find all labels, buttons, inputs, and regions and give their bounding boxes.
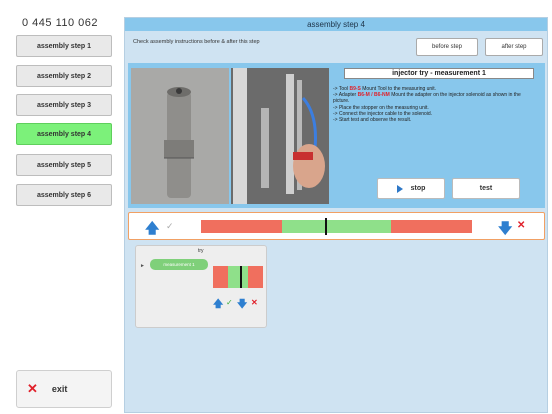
mini-reject-icon[interactable]: ✕ (251, 298, 258, 307)
step-button-2[interactable]: assembly step 2 (16, 65, 112, 87)
instruction-text: Check assembly instructions before & aft… (133, 39, 260, 45)
mini-segment-ok (228, 266, 248, 288)
check-icon[interactable]: ✓ (166, 221, 174, 232)
meter-needle (324, 218, 327, 235)
measurement-chip[interactable]: measurement 1 (150, 259, 208, 270)
exit-button[interactable]: ✕ exit (16, 370, 112, 408)
try-card: try ► measurement 1 🡅 ✓ 🡇 ✕ (135, 245, 267, 328)
mini-segment-high (248, 266, 263, 288)
mini-check-icon[interactable]: ✓ (226, 298, 233, 307)
meter-segment-high (390, 220, 472, 233)
sidebar: 0 445 110 062 assembly step 1 assembly s… (16, 14, 114, 410)
part-number: 0 445 110 062 (22, 17, 99, 29)
after-step-button[interactable]: after step (485, 38, 543, 56)
mini-arrow-down-icon[interactable]: 🡇 (237, 297, 247, 314)
exit-label: exit (51, 384, 68, 394)
reject-icon[interactable]: ✕ (517, 220, 525, 231)
expand-arrow-icon[interactable]: ► (140, 263, 145, 269)
stop-label: stop (410, 185, 426, 192)
mini-segment-low (213, 266, 228, 288)
mini-result-meter (213, 266, 263, 288)
step-2: -> Adapter B6-M / B6-NM Mount the adapte… (333, 92, 521, 105)
main-panel: assembly step 4 Check assembly instructi… (124, 17, 548, 413)
fixture-photo (231, 68, 329, 204)
injector-photo (131, 68, 229, 204)
arrow-up-icon[interactable]: 🡅 (145, 218, 159, 242)
instruction-steps: -> Tool B9-S Mount Tool to the measuring… (333, 86, 538, 123)
stop-button[interactable]: stop (377, 178, 445, 199)
measurement-title: injector try - measurement 1 (344, 68, 534, 79)
meter-segment-low (201, 220, 283, 233)
step-button-4[interactable]: assembly step 4 (16, 123, 112, 145)
step-button-3[interactable]: assembly step 3 (16, 94, 112, 116)
instruction-panel: injector try - measurement 1 -> Tool B9-… (128, 63, 545, 208)
close-icon: ✕ (27, 381, 38, 396)
step-button-5[interactable]: assembly step 5 (16, 154, 112, 176)
step-button-1[interactable]: assembly step 1 (16, 35, 112, 57)
meter-segment-ok (282, 220, 391, 233)
before-step-button[interactable]: before step (416, 38, 478, 56)
play-icon (396, 184, 403, 193)
step-button-6[interactable]: assembly step 6 (16, 184, 112, 206)
page-title: assembly step 4 (125, 18, 547, 31)
mini-arrow-up-icon[interactable]: 🡅 (213, 297, 223, 314)
test-button[interactable]: test (452, 178, 520, 199)
arrow-down-icon[interactable]: 🡇 (498, 218, 512, 242)
result-meter (201, 218, 472, 235)
step-5: -> Start test and observe the result. (333, 117, 412, 124)
mini-meter-needle (239, 266, 242, 288)
card-title: try (198, 248, 204, 254)
measurement-bar: 🡅 ✓ 🡇 ✕ (128, 212, 545, 240)
